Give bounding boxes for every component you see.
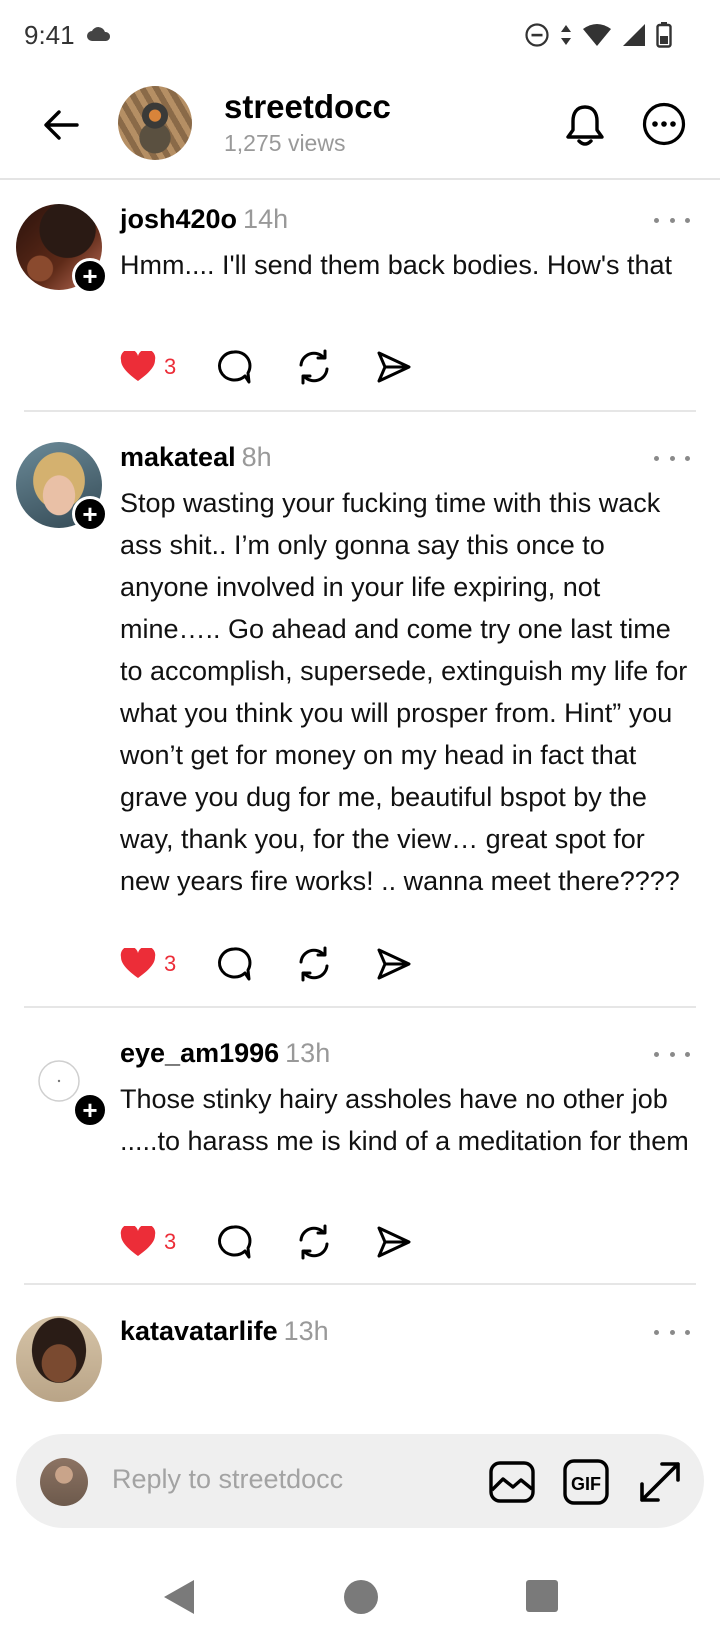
comment-icon	[218, 350, 252, 384]
post-text: Those stinky hairy assholes have no othe…	[120, 1084, 689, 1156]
post-menu-button[interactable]	[650, 210, 694, 230]
bell-icon	[566, 105, 604, 146]
back-button[interactable]	[36, 100, 86, 150]
post-text: Hmm.... I'll send them back bodies. How'…	[120, 250, 673, 280]
repost-button[interactable]	[296, 944, 332, 984]
comment-button[interactable]	[216, 347, 252, 387]
send-icon	[377, 948, 411, 980]
like-button[interactable]: 3	[120, 944, 176, 984]
post-divider	[24, 410, 696, 412]
username[interactable]: katavatarlife	[120, 1316, 278, 1346]
post-author[interactable]: eye_am1996 13h	[120, 1038, 330, 1069]
follow-button[interactable]: +	[72, 1092, 108, 1128]
post-text: Stop wasting your fucking time with this…	[120, 488, 688, 896]
thread-header: streetdocc 1,275 views	[0, 72, 720, 180]
image-icon	[489, 1461, 535, 1503]
signal-icon	[622, 23, 646, 52]
notifications-button[interactable]	[558, 98, 612, 152]
heart-filled-icon	[120, 948, 156, 978]
like-count: 3	[164, 354, 177, 379]
wifi-icon	[582, 23, 612, 52]
view-count: 1,275 views	[224, 130, 346, 156]
share-button[interactable]	[376, 347, 412, 387]
like-button[interactable]: 3	[120, 1222, 176, 1262]
post-actions: 3	[120, 944, 440, 984]
username[interactable]: josh420o	[120, 204, 237, 234]
post-author[interactable]: makateal 8h	[120, 442, 272, 473]
cloud-icon	[86, 26, 112, 47]
comment-button[interactable]	[216, 944, 252, 984]
reply-composer[interactable]: Reply to streetdocc GIF	[16, 1434, 704, 1528]
send-icon	[377, 351, 411, 383]
follow-button[interactable]: +	[72, 496, 108, 532]
heart-filled-icon	[120, 351, 156, 381]
share-button[interactable]	[376, 1222, 412, 1262]
post-menu-button[interactable]	[650, 1044, 694, 1064]
post-author[interactable]: josh420o 14h	[120, 204, 288, 235]
repost-icon	[299, 1224, 329, 1260]
nav-recents-button[interactable]	[526, 1580, 558, 1612]
comment-icon	[218, 947, 252, 981]
expand-icon	[640, 1462, 680, 1502]
more-horizontal-icon	[642, 102, 686, 146]
gif-icon: GIF	[563, 1459, 609, 1505]
dnd-icon	[524, 22, 550, 53]
post-author[interactable]: katavatarlife 13h	[120, 1316, 329, 1347]
system-nav-bar	[0, 1560, 720, 1650]
gif-label: GIF	[571, 1474, 601, 1494]
repost-button[interactable]	[296, 347, 332, 387]
nav-home-button[interactable]	[344, 1580, 378, 1614]
post-time: 14h	[243, 204, 289, 234]
data-arrows-icon	[560, 23, 572, 52]
thread-screen: 9:41 streetdocc 1,275 views + josh420o 1…	[0, 0, 720, 1650]
heart-filled-icon	[120, 1226, 156, 1256]
attach-image-button[interactable]	[488, 1458, 536, 1506]
reply-input[interactable]: Reply to streetdocc	[112, 1464, 343, 1495]
post-divider	[24, 1283, 696, 1285]
post-actions: 3	[120, 347, 440, 387]
post-time: 13h	[285, 1038, 331, 1068]
gif-button[interactable]: GIF	[562, 1458, 610, 1506]
status-bar: 9:41	[0, 0, 720, 72]
status-time: 9:41	[24, 20, 75, 50]
nav-back-button[interactable]	[164, 1580, 194, 1614]
comment-icon	[218, 1225, 252, 1259]
post-time: 8h	[241, 442, 272, 472]
expand-composer-button[interactable]	[636, 1458, 684, 1506]
avatar	[40, 1458, 88, 1506]
username[interactable]: makateal	[120, 442, 236, 472]
post-menu-button[interactable]	[650, 1322, 694, 1342]
like-count: 3	[164, 951, 177, 976]
share-button[interactable]	[376, 944, 412, 984]
comment-button[interactable]	[216, 1222, 252, 1262]
more-options-button[interactable]	[636, 96, 692, 152]
post-divider	[24, 1006, 696, 1008]
like-button[interactable]: 3	[120, 347, 176, 387]
repost-button[interactable]	[296, 1222, 332, 1262]
follow-button[interactable]: +	[72, 258, 108, 294]
header-avatar[interactable]	[118, 86, 192, 160]
status-icons	[524, 22, 672, 53]
battery-icon	[656, 22, 672, 53]
arrow-left-icon	[44, 110, 79, 140]
repost-icon	[299, 349, 329, 385]
post-menu-button[interactable]	[650, 448, 694, 468]
send-icon	[377, 1226, 411, 1258]
avatar[interactable]	[16, 1316, 102, 1402]
post-time: 13h	[283, 1316, 329, 1346]
page-title[interactable]: streetdocc	[224, 88, 391, 126]
repost-icon	[299, 946, 329, 982]
username[interactable]: eye_am1996	[120, 1038, 279, 1068]
post-actions: 3	[120, 1222, 440, 1262]
like-count: 3	[164, 1229, 177, 1254]
